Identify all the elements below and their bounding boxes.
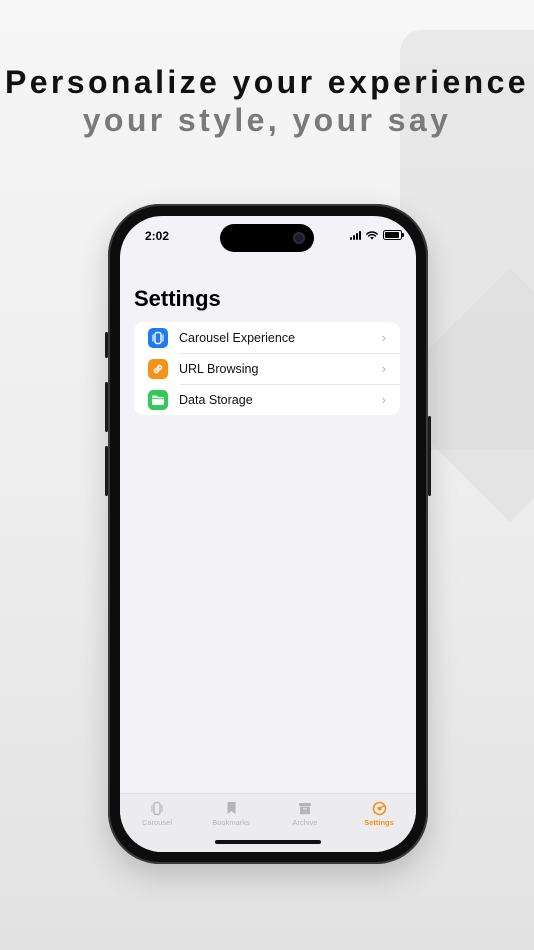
chevron-right-icon: › — [381, 361, 386, 376]
tab-label: Bookmarks — [212, 818, 250, 827]
camera-icon — [293, 232, 305, 244]
marketing-headline: Personalize your experience — [4, 64, 529, 100]
power-button — [428, 416, 431, 496]
carousel-icon — [120, 800, 194, 816]
phone-frame: 2:02 Settings Carousel Experience › URL … — [105, 204, 431, 864]
chevron-right-icon: › — [381, 330, 386, 345]
chevron-right-icon: › — [381, 392, 386, 407]
signal-icon — [350, 230, 361, 240]
status-time: 2:02 — [145, 229, 170, 243]
tab-bookmarks[interactable]: Bookmarks — [194, 800, 268, 827]
tab-settings[interactable]: Settings — [342, 800, 416, 827]
home-indicator — [215, 840, 321, 844]
page-title: Settings — [134, 286, 221, 311]
status-icons — [350, 230, 404, 240]
settings-icon — [342, 800, 416, 816]
settings-row-label: Data Storage — [179, 392, 253, 407]
marketing-subheadline: your style, your say — [82, 102, 452, 138]
volume-down-button — [105, 446, 108, 496]
wifi-icon — [366, 230, 378, 239]
tab-carousel[interactable]: Carousel — [120, 800, 194, 827]
tab-bar: Carousel Bookmarks Archive Settings — [120, 793, 416, 852]
settings-row-url-browsing[interactable]: URL Browsing › — [134, 353, 400, 384]
tab-label: Carousel — [141, 818, 172, 827]
phone-screen: 2:02 Settings Carousel Experience › URL … — [120, 216, 416, 852]
settings-row-label: Carousel Experience — [179, 330, 296, 345]
tab-label: Archive — [292, 818, 318, 827]
archive-icon — [268, 800, 342, 816]
volume-up-button — [105, 382, 108, 432]
battery-icon — [383, 230, 404, 240]
dynamic-island — [220, 224, 314, 252]
tab-archive[interactable]: Archive — [268, 800, 342, 827]
carousel-icon — [148, 327, 168, 348]
link-icon — [148, 358, 168, 379]
settings-row-carousel-experience[interactable]: Carousel Experience › — [134, 322, 400, 353]
settings-row-data-storage[interactable]: Data Storage › — [134, 384, 400, 415]
settings-list: Carousel Experience › URL Browsing › Dat… — [134, 322, 400, 415]
folder-icon — [148, 389, 168, 410]
action-button — [105, 332, 108, 358]
tab-label: Settings — [364, 818, 394, 827]
settings-row-label: URL Browsing — [179, 361, 259, 376]
bookmark-icon — [194, 800, 268, 816]
